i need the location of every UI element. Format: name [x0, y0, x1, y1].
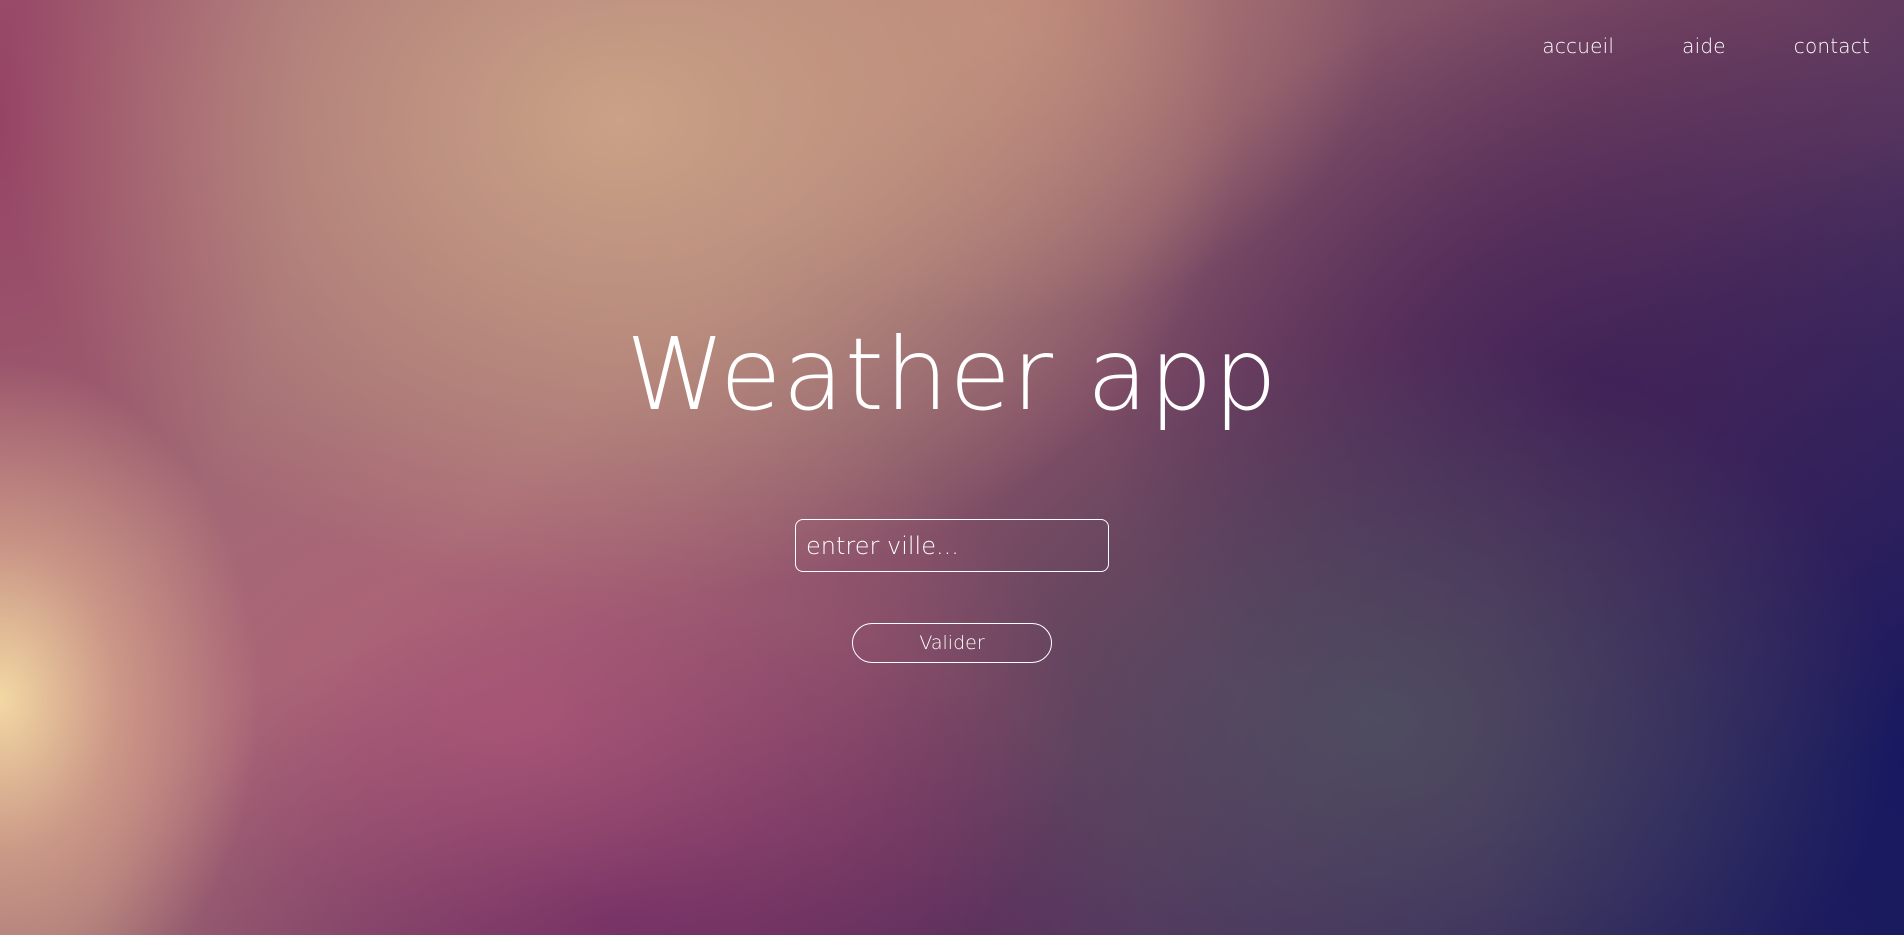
page-title: Weather app: [625, 316, 1279, 433]
submit-button[interactable]: Valider: [852, 623, 1052, 663]
city-search-input[interactable]: [795, 519, 1109, 572]
hero-section: Weather app Valider: [0, 0, 1904, 935]
